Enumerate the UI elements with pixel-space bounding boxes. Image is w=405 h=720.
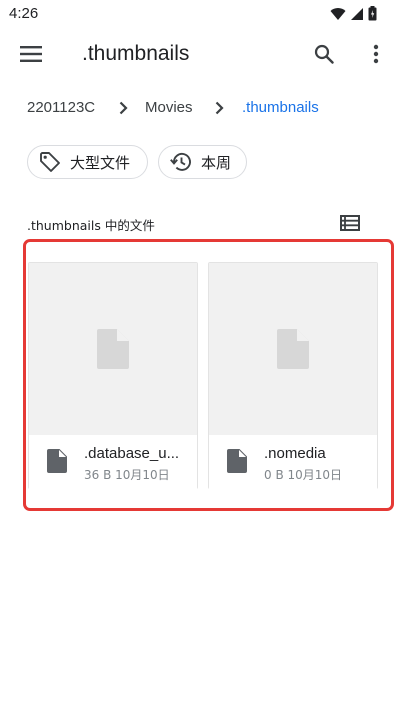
file-card[interactable]: .nomedia 0 B 10月10日 [208, 262, 378, 490]
file-placeholder-icon [97, 329, 129, 369]
more-options-button[interactable] [360, 38, 392, 70]
chip-this-week[interactable]: 本周 [158, 145, 247, 179]
file-name: .database_u... [84, 445, 180, 462]
view-toggle-button[interactable] [338, 211, 362, 235]
more-vert-icon [373, 44, 379, 64]
file-meta: 36 B 10月10日 [84, 468, 170, 482]
chevron-right-icon [114, 98, 132, 118]
search-button[interactable] [308, 38, 340, 70]
breadcrumb-item-movies[interactable]: Movies [145, 99, 193, 116]
file-card[interactable]: .database_u... 36 B 10月10日 [28, 262, 198, 490]
history-icon [170, 153, 191, 171]
file-placeholder-icon [277, 329, 309, 369]
file-thumbnail [29, 263, 197, 435]
file-name: .nomedia [264, 445, 326, 462]
breadcrumb-item-root[interactable]: 2201123C [27, 99, 95, 116]
file-icon [47, 449, 67, 473]
chip-this-week-label: 本周 [201, 153, 232, 172]
list-view-icon [340, 215, 360, 231]
page-title: .thumbnails [82, 42, 190, 65]
wifi-icon [330, 7, 346, 20]
file-card-footer: .database_u... 36 B 10月10日 [29, 435, 197, 490]
section-title: .thumbnails 中的文件 [27, 218, 155, 233]
menu-button[interactable] [14, 38, 48, 70]
file-meta: 0 B 10月10日 [264, 468, 343, 482]
tag-icon [40, 152, 60, 172]
chip-large-files[interactable]: 大型文件 [27, 145, 148, 179]
status-bar: 4:26 [0, 0, 405, 28]
status-icons [330, 6, 377, 21]
breadcrumb: 2201123C Movies .thumbnails [0, 94, 405, 122]
battery-icon [368, 6, 377, 21]
signal-icon [351, 7, 363, 20]
file-icon [227, 449, 247, 473]
app-bar: .thumbnails [0, 28, 405, 80]
chip-large-files-label: 大型文件 [70, 153, 131, 172]
breadcrumb-item-current[interactable]: .thumbnails [242, 99, 319, 116]
file-thumbnail [209, 263, 377, 435]
chevron-right-icon [210, 98, 228, 118]
file-card-footer: .nomedia 0 B 10月10日 [209, 435, 377, 490]
status-time: 4:26 [9, 5, 39, 22]
menu-icon [20, 46, 42, 62]
search-icon [314, 44, 334, 64]
